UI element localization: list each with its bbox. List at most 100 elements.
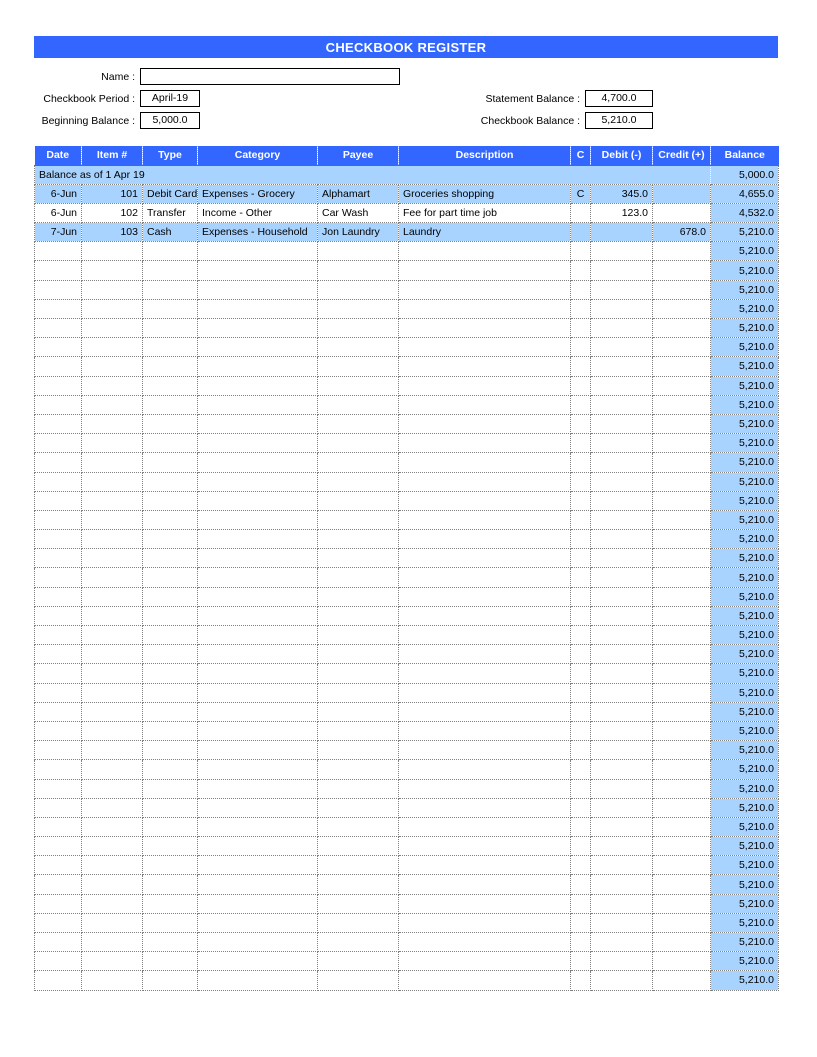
cell-debit-empty[interactable] — [590, 740, 653, 761]
cell-date-empty[interactable] — [34, 874, 82, 895]
cell-credit-empty[interactable] — [652, 951, 711, 972]
cell-category-empty[interactable] — [197, 759, 318, 780]
cell-item-empty[interactable] — [81, 644, 143, 665]
cell-c-empty[interactable] — [570, 874, 591, 895]
table-row-empty[interactable]: 5,210.0 — [34, 606, 779, 627]
cell-debit-empty[interactable] — [590, 318, 653, 339]
cell-c-empty[interactable] — [570, 779, 591, 799]
cell-payee-empty[interactable] — [317, 510, 399, 531]
cell-item-empty[interactable] — [81, 913, 143, 934]
cell-date-empty[interactable] — [34, 644, 82, 665]
cell-credit-empty[interactable] — [652, 606, 711, 627]
cell-credit-empty[interactable] — [652, 855, 711, 876]
cell-description-empty[interactable] — [398, 894, 571, 914]
cell-type-empty[interactable] — [142, 721, 198, 742]
cell-date-empty[interactable] — [34, 798, 82, 818]
cell-credit-empty[interactable] — [652, 894, 711, 914]
cell-type-empty[interactable] — [142, 548, 198, 569]
cell-type-empty[interactable] — [142, 395, 198, 415]
cell-credit[interactable]: 678.0 — [652, 222, 711, 243]
cell-item-empty[interactable] — [81, 759, 143, 780]
cell-item-empty[interactable] — [81, 740, 143, 761]
cell-category-empty[interactable] — [197, 356, 318, 377]
table-row-empty[interactable]: 5,210.0 — [34, 894, 779, 914]
cell-item-empty[interactable] — [81, 932, 143, 953]
cell-balance[interactable]: 5,210.0 — [710, 376, 779, 396]
table-row-empty[interactable]: 5,210.0 — [34, 836, 779, 857]
cell-date-empty[interactable] — [34, 433, 82, 454]
cell-item-empty[interactable] — [81, 241, 143, 262]
cell-credit-empty[interactable] — [652, 587, 711, 607]
cell-item-empty[interactable] — [81, 318, 143, 339]
cell-credit-empty[interactable] — [652, 337, 711, 358]
cell-description-empty[interactable] — [398, 702, 571, 722]
cell-credit-empty[interactable] — [652, 472, 711, 492]
cell-c-empty[interactable] — [570, 740, 591, 761]
cell-debit-empty[interactable] — [590, 376, 653, 396]
cell-type-empty[interactable] — [142, 932, 198, 953]
cell-description-empty[interactable] — [398, 817, 571, 838]
cell-item-empty[interactable] — [81, 414, 143, 435]
cell-payee-empty[interactable] — [317, 376, 399, 396]
cell-category-empty[interactable] — [197, 548, 318, 569]
cell-category-empty[interactable] — [197, 587, 318, 607]
cell-payee-empty[interactable] — [317, 395, 399, 415]
cell-description-empty[interactable] — [398, 970, 571, 991]
cell-payee-empty[interactable] — [317, 894, 399, 914]
cell-payee-empty[interactable] — [317, 491, 399, 511]
cell-description[interactable]: Groceries shopping — [398, 184, 571, 204]
cell-balance[interactable]: 5,210.0 — [710, 606, 779, 627]
cell-description-empty[interactable] — [398, 587, 571, 607]
cell-c-empty[interactable] — [570, 894, 591, 914]
cell-debit-empty[interactable] — [590, 472, 653, 492]
cell-category-empty[interactable] — [197, 702, 318, 722]
cell-description-empty[interactable] — [398, 491, 571, 511]
cell-c-empty[interactable] — [570, 452, 591, 473]
cell-category-empty[interactable] — [197, 625, 318, 646]
cell-type-empty[interactable] — [142, 683, 198, 703]
cell-payee-empty[interactable] — [317, 606, 399, 627]
cell-item-empty[interactable] — [81, 587, 143, 607]
cell-debit[interactable]: 345.0 — [590, 184, 653, 204]
cell-debit-empty[interactable] — [590, 970, 653, 991]
cell-payee[interactable]: Jon Laundry — [317, 222, 399, 243]
cell-credit-empty[interactable] — [652, 433, 711, 454]
cell-type-empty[interactable] — [142, 970, 198, 991]
cell-item-empty[interactable] — [81, 376, 143, 396]
cell-c-empty[interactable] — [570, 510, 591, 531]
cell-description-empty[interactable] — [398, 798, 571, 818]
cell-item-empty[interactable] — [81, 663, 143, 684]
cell-debit-empty[interactable] — [590, 587, 653, 607]
cell-category-empty[interactable] — [197, 894, 318, 914]
cell-date-empty[interactable] — [34, 491, 82, 511]
cell-balance[interactable]: 5,210.0 — [710, 817, 779, 838]
cell-balance[interactable]: 5,210.0 — [710, 874, 779, 895]
table-row-empty[interactable]: 5,210.0 — [34, 433, 779, 454]
cell-c-empty[interactable] — [570, 702, 591, 722]
cell-balance[interactable]: 5,210.0 — [710, 913, 779, 934]
cell-credit-empty[interactable] — [652, 452, 711, 473]
table-row-empty[interactable]: 5,210.0 — [34, 663, 779, 684]
cell-debit-empty[interactable] — [590, 567, 653, 588]
cell-c-empty[interactable] — [570, 491, 591, 511]
cell-date-empty[interactable] — [34, 318, 82, 339]
cell-date[interactable]: 6-Jun — [34, 203, 82, 224]
cell-description-empty[interactable] — [398, 356, 571, 377]
cell-type-empty[interactable] — [142, 894, 198, 914]
cell-date-empty[interactable] — [34, 894, 82, 914]
cell-c-empty[interactable] — [570, 567, 591, 588]
cell-item-empty[interactable] — [81, 472, 143, 492]
cell-balance[interactable]: 5,210.0 — [710, 932, 779, 953]
cell-credit-empty[interactable] — [652, 817, 711, 838]
cell-debit-empty[interactable] — [590, 874, 653, 895]
table-row-empty[interactable]: 5,210.0 — [34, 874, 779, 895]
cell-payee-empty[interactable] — [317, 529, 399, 550]
cell-category-empty[interactable] — [197, 606, 318, 627]
cell-category[interactable]: Expenses - Grocery — [197, 184, 318, 204]
cell-item-empty[interactable] — [81, 433, 143, 454]
cell-c-empty[interactable] — [570, 376, 591, 396]
cell-category-empty[interactable] — [197, 913, 318, 934]
column-header-credit[interactable]: Credit (+) — [652, 146, 711, 166]
cell-c-empty[interactable] — [570, 913, 591, 934]
cell-debit-empty[interactable] — [590, 836, 653, 857]
